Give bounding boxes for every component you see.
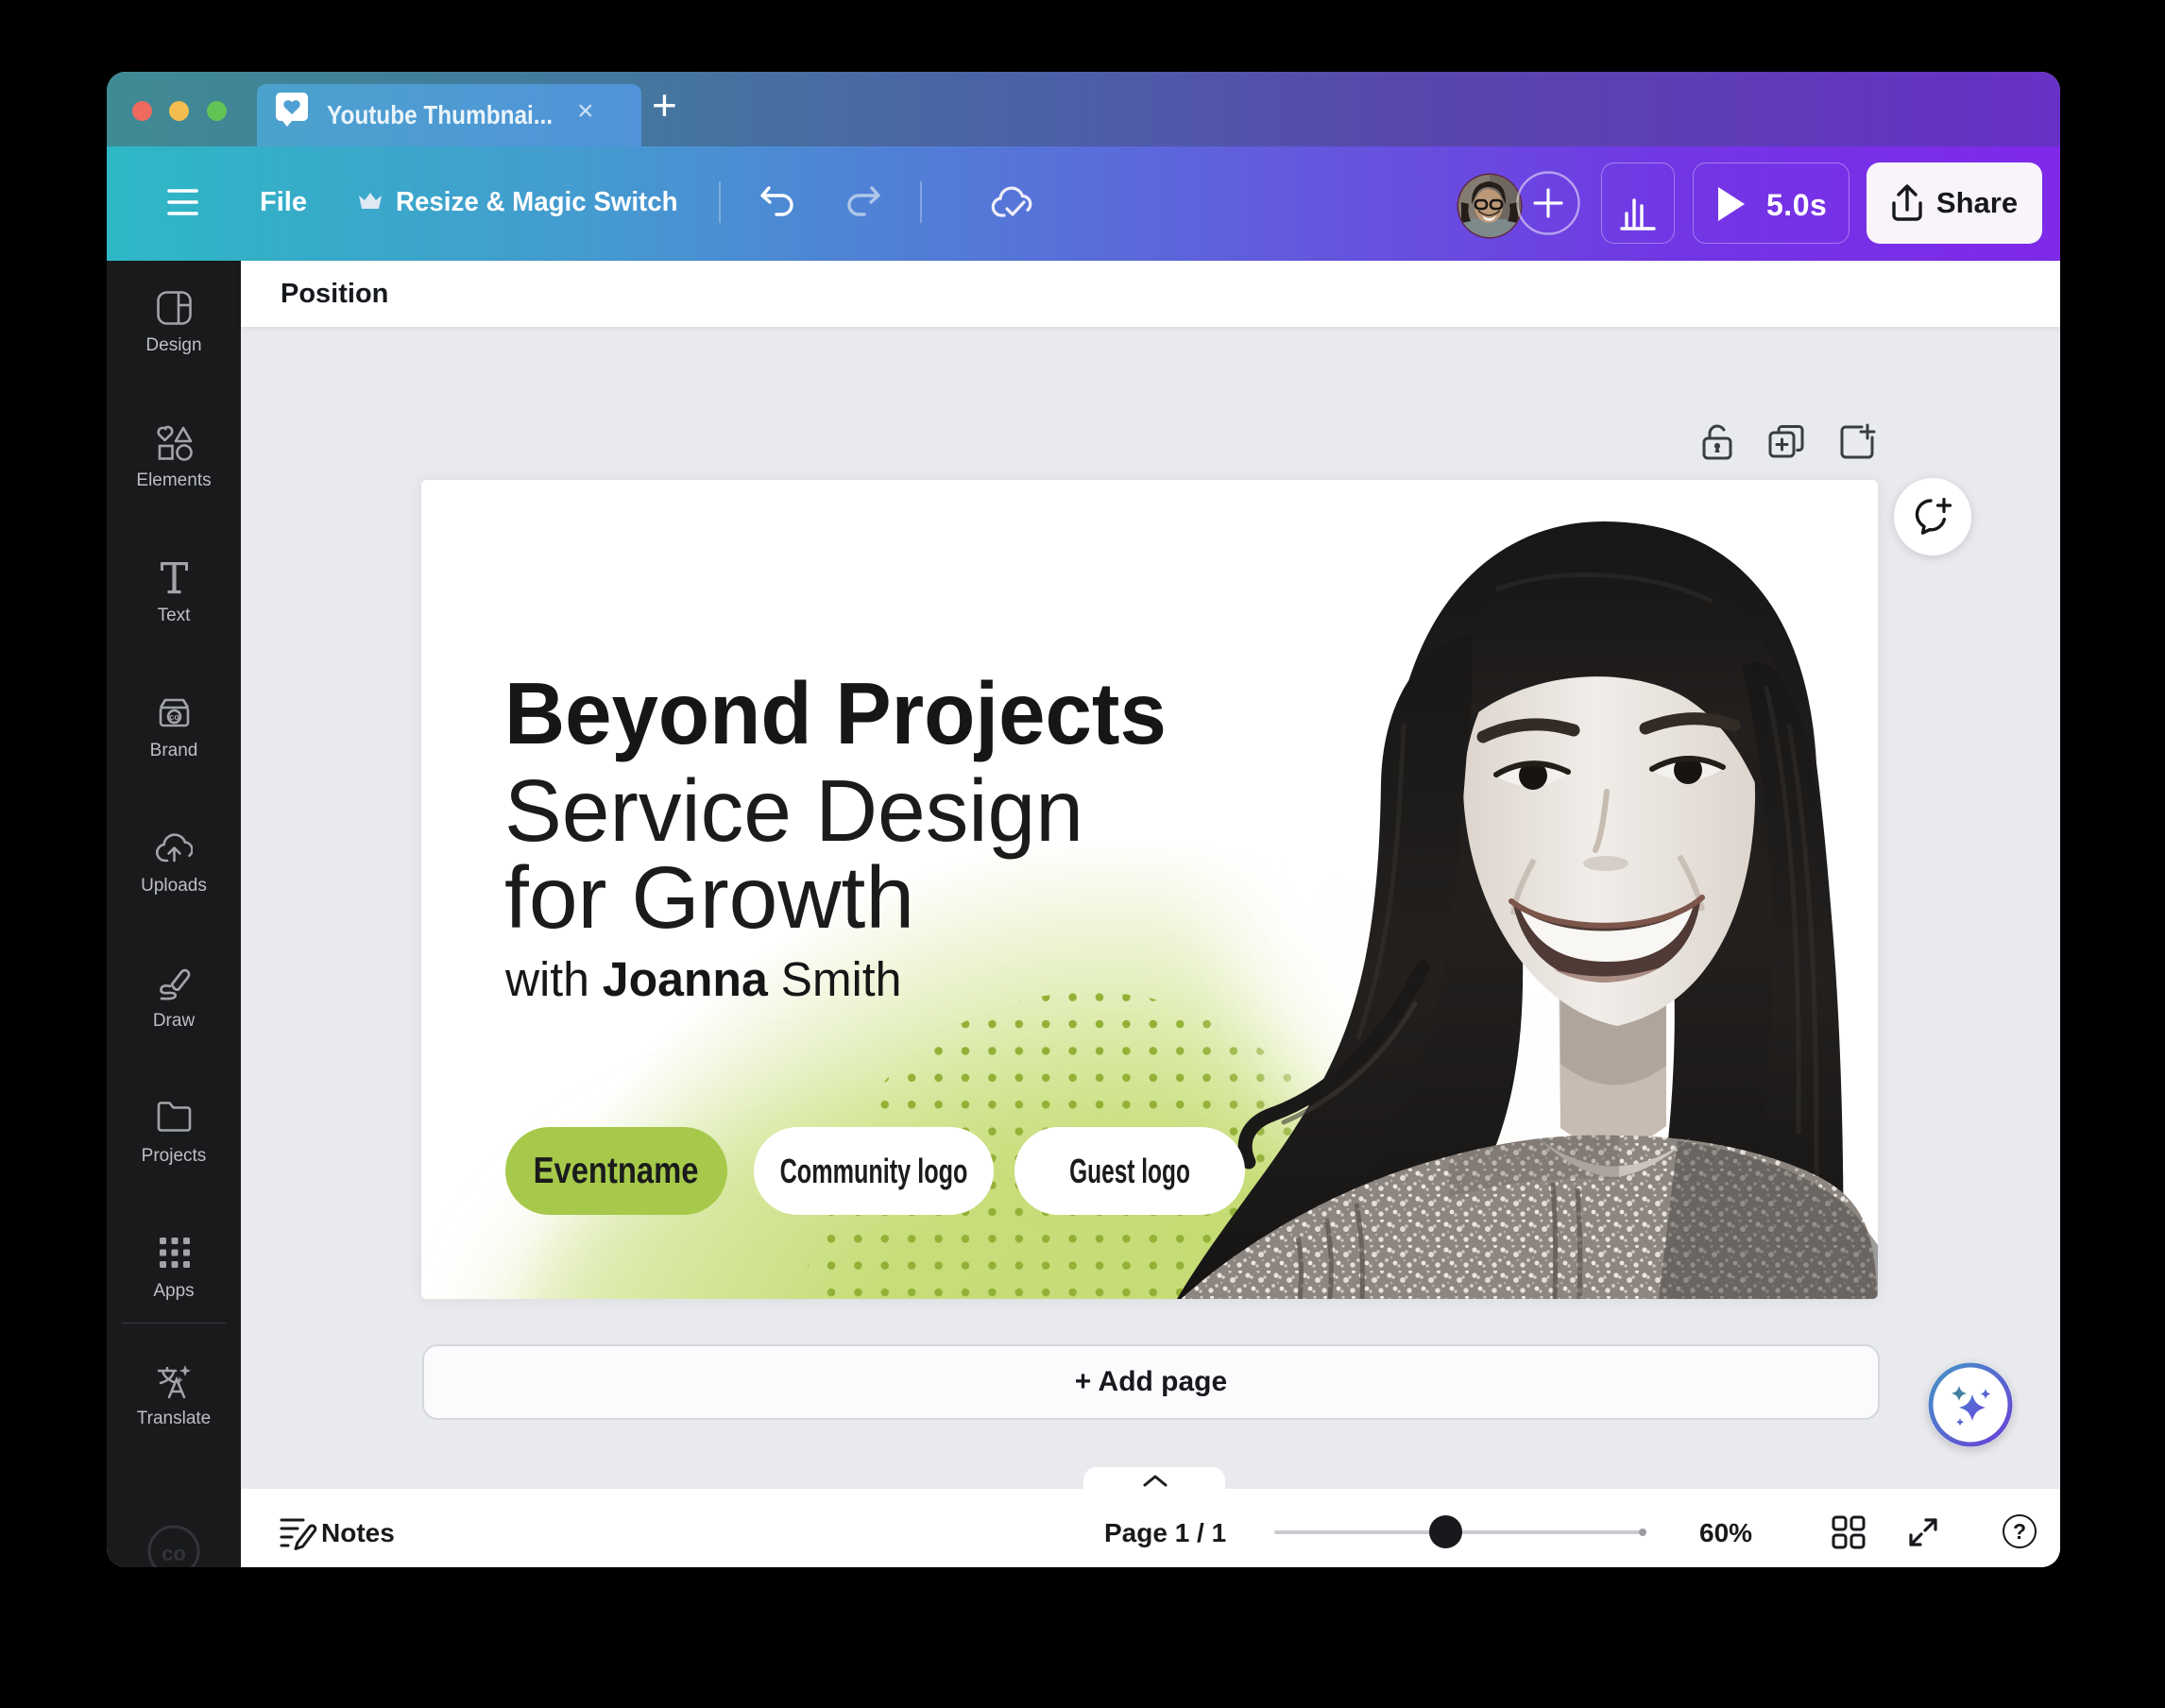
- svg-text:co: co: [169, 712, 179, 722]
- svg-text:co: co: [162, 1542, 186, 1565]
